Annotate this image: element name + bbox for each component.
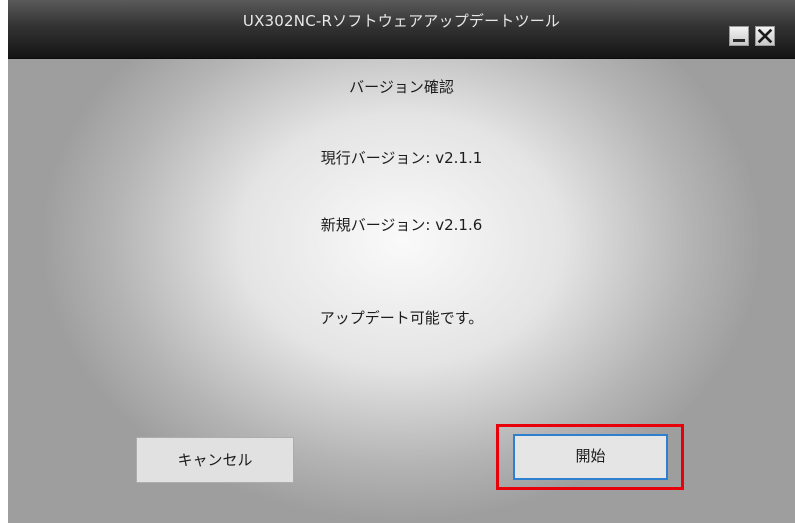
update-available-text: アップデート可能です。: [319, 309, 484, 327]
minimize-button[interactable]: [729, 26, 749, 46]
version-check-heading: バージョン確認: [349, 78, 454, 96]
title-bar[interactable]: UX302NC-Rソフトウェアアップデートツール: [8, 0, 795, 59]
cancel-button[interactable]: キャンセル: [136, 437, 294, 483]
current-version-text: 現行バージョン: v2.1.1: [320, 149, 483, 167]
window-title: UX302NC-Rソフトウェアアップデートツール: [242, 12, 561, 30]
update-tool-window: UX302NC-Rソフトウェアアップデートツール バージョン確認 現行バージョン…: [8, 0, 795, 523]
minimize-icon: [733, 39, 745, 42]
new-version-text: 新規バージョン: v2.1.6: [320, 216, 483, 234]
close-button[interactable]: [755, 26, 775, 46]
start-button-highlight: [496, 424, 684, 490]
close-icon: [757, 28, 773, 44]
